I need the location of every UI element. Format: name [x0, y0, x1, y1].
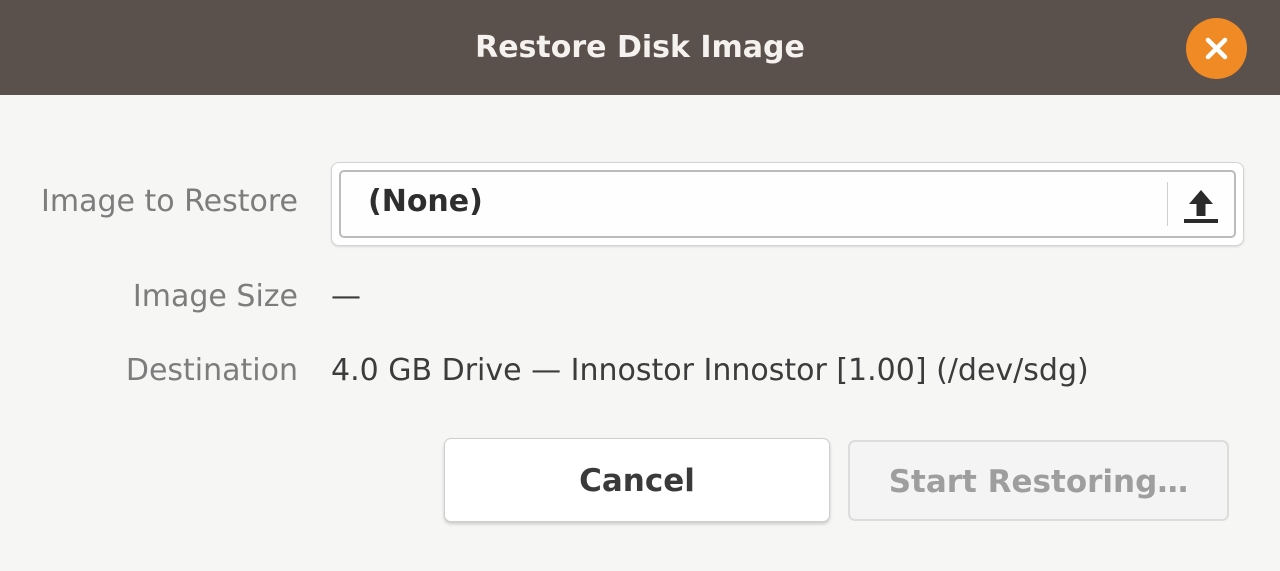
titlebar: Restore Disk Image [0, 0, 1280, 95]
destination-value: 4.0 GB Drive — Innostor Innostor [1.00] … [331, 353, 1089, 388]
upload-icon [1184, 190, 1218, 223]
close-icon [1205, 37, 1228, 60]
image-to-restore-label: Image to Restore [41, 184, 298, 219]
cancel-button[interactable]: Cancel [444, 438, 830, 522]
start-restoring-button: Start Restoring… [848, 440, 1229, 521]
close-button[interactable] [1186, 18, 1247, 79]
image-file-value: (None) [368, 184, 483, 219]
image-size-value: — [331, 279, 361, 314]
file-chooser-field: (None) [339, 170, 1236, 238]
image-size-label: Image Size [132, 279, 298, 314]
window-title: Restore Disk Image [475, 30, 805, 65]
destination-label: Destination [125, 353, 298, 388]
image-file-chooser[interactable]: (None) [331, 162, 1244, 246]
file-chooser-divider [1167, 182, 1168, 226]
